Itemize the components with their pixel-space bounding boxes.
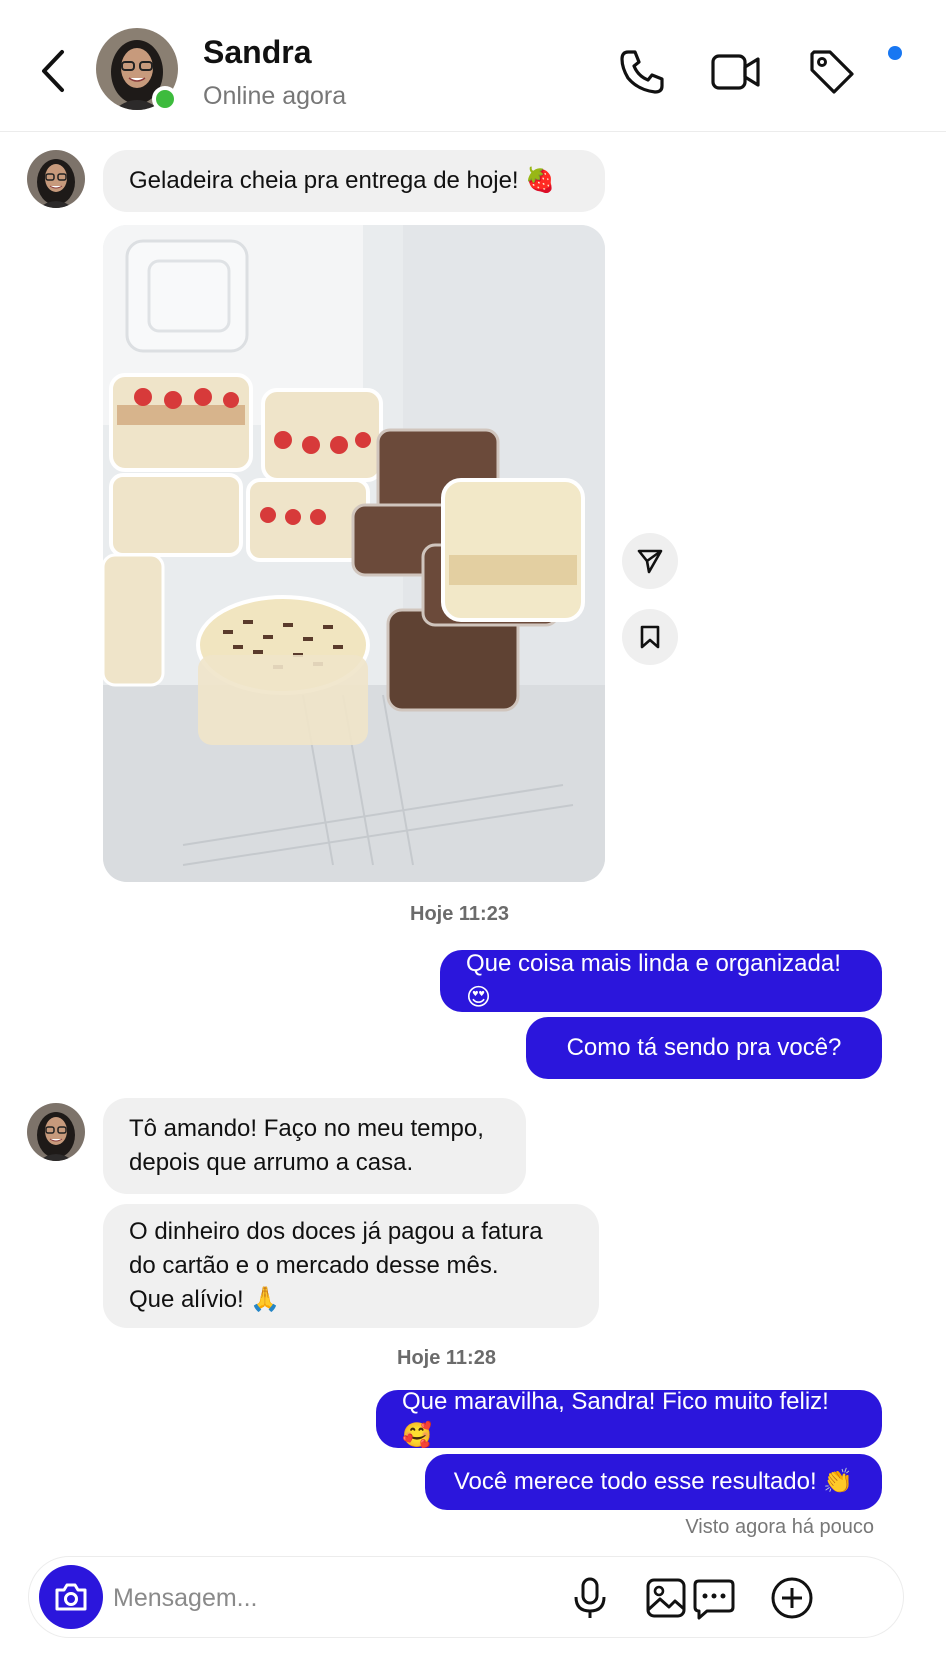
outgoing-message[interactable]: Como tá sendo pra você? xyxy=(526,1017,882,1079)
message-text: Que coisa mais linda e organizada! 😍 xyxy=(466,950,841,1011)
timestamp: Hoje 11:23 xyxy=(410,903,509,925)
contact-status: Online agora xyxy=(203,82,347,110)
message-text: Como tá sendo pra você? xyxy=(566,1034,842,1061)
tag-icon[interactable] xyxy=(804,44,860,100)
gallery-icon[interactable] xyxy=(643,1575,689,1621)
outgoing-message[interactable]: Que maravilha, Sandra! Fico muito feliz!… xyxy=(376,1388,882,1449)
share-button[interactable] xyxy=(622,533,678,589)
save-button[interactable] xyxy=(622,609,678,665)
message-text: Que maravilha, Sandra! Fico muito feliz!… xyxy=(402,1388,829,1449)
incoming-message[interactable]: O dinheiro dos doces já pagou a fatura d… xyxy=(103,1204,599,1328)
bookmark-icon xyxy=(640,625,660,649)
back-arrow-icon[interactable] xyxy=(34,48,74,94)
sender-avatar xyxy=(27,1103,85,1161)
message-text-line: O dinheiro dos doces já pagou a fatura xyxy=(129,1218,543,1245)
incoming-message[interactable]: Geladeira cheia pra entrega de hoje! 🍓 xyxy=(103,150,605,212)
microphone-icon[interactable] xyxy=(567,1575,613,1621)
chat-header: Sandra Online agora xyxy=(0,0,946,132)
message-composer xyxy=(28,1556,904,1638)
timestamp: Hoje 11:28 xyxy=(397,1347,496,1369)
video-icon[interactable] xyxy=(708,44,764,100)
message-text-line: Que alívio! 🙏 xyxy=(129,1286,281,1313)
notification-dot xyxy=(888,46,902,60)
camera-button[interactable] xyxy=(39,1565,103,1629)
message-text-line: do cartão e o mercado desse mês. xyxy=(129,1252,499,1279)
seen-status: Visto agora há pouco xyxy=(685,1516,874,1538)
add-icon[interactable] xyxy=(769,1575,815,1621)
send-icon xyxy=(637,549,663,574)
sender-avatar xyxy=(27,150,85,208)
message-input[interactable] xyxy=(113,1573,533,1623)
message-text-line: depois que arrumo a casa. xyxy=(129,1149,414,1176)
phone-icon[interactable] xyxy=(614,44,670,100)
incoming-message[interactable]: Tô amando! Faço no meu tempo, depois que… xyxy=(103,1098,526,1194)
outgoing-message[interactable]: Que coisa mais linda e organizada! 😍 xyxy=(440,950,882,1012)
message-text: Você merece todo esse resultado! 👏 xyxy=(453,1468,854,1495)
chat-bubble-icon[interactable] xyxy=(691,1575,737,1621)
message-text: Geladeira cheia pra entrega de hoje! 🍓 xyxy=(129,167,556,194)
camera-icon xyxy=(55,1583,87,1611)
message-text-line: Tô amando! Faço no meu tempo, xyxy=(129,1115,484,1142)
shared-photo[interactable] xyxy=(103,225,605,882)
outgoing-message[interactable]: Você merece todo esse resultado! 👏 xyxy=(425,1454,882,1510)
online-indicator xyxy=(152,86,178,112)
contact-name[interactable]: Sandra xyxy=(203,34,311,71)
